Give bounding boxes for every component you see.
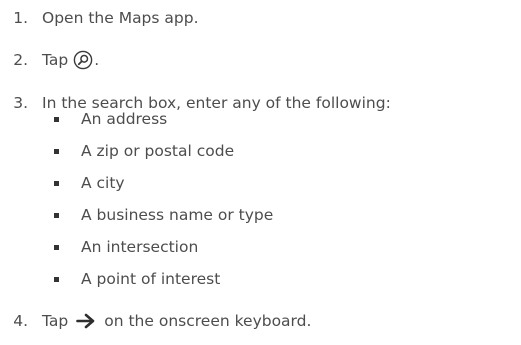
step-number: 4. [13,312,28,330]
list-item-text: A business name or type [81,206,274,224]
step-2: 2. Tap . [0,48,99,72]
bullet-square-icon [54,180,59,186]
bullet-square-icon [54,116,59,122]
list-item: A business name or type [54,204,273,226]
list-item-text: An intersection [81,238,199,256]
bullet-square-icon [54,276,59,282]
step-number: 3. [13,94,28,112]
search-icon [73,50,93,70]
bullet-square-icon [54,148,59,154]
list-item: A zip or postal code [54,140,234,162]
list-item-text: A city [81,174,125,192]
arrow-right-icon [76,313,96,329]
list-item-text: A zip or postal code [81,142,235,160]
bullet-square-icon [54,244,59,250]
bullet-square-icon [54,212,59,218]
step-number: 1. [13,9,28,27]
step-text: Open the Maps app. [42,9,199,27]
step-4: 4. Tap on the onscreen keyboard. [0,309,311,333]
step-text-before: Tap [42,312,69,330]
list-item-text: A point of interest [81,270,221,288]
step-number: 2. [13,51,28,69]
step-text-after: on the onscreen keyboard. [104,312,312,330]
step-1: 1. Open the Maps app. [0,6,199,30]
list-item: An intersection [54,236,198,258]
step-text-after: . [94,51,100,69]
step-text-before: Tap [42,51,69,69]
list-item: A city [54,172,125,194]
list-item: An address [54,108,167,130]
list-item-text: An address [81,110,168,128]
list-item: A point of interest [54,268,220,290]
